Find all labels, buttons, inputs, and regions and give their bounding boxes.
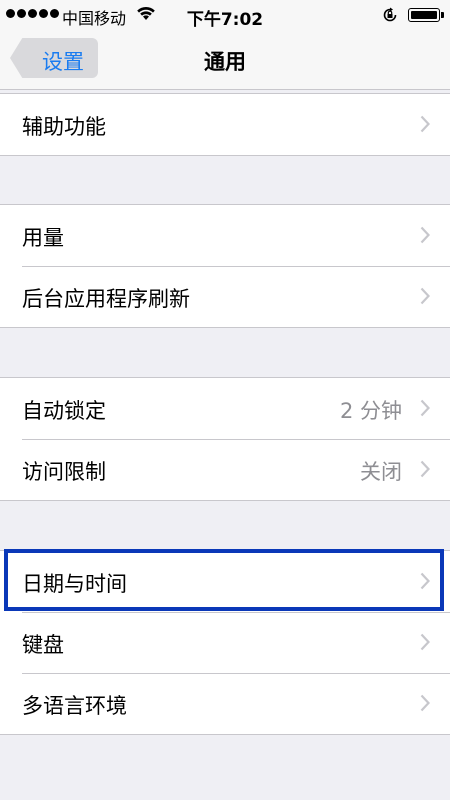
settings-screen: 中国移动 下午7:02 设置 通用 辅助功能 用量 后台应用程序刷新 自动锁定 … [0, 0, 450, 800]
row-label: 多语言环境 [22, 694, 127, 718]
settings-group-accessibility: 辅助功能 [0, 93, 450, 156]
row-label: 辅助功能 [22, 115, 106, 139]
navigation-bar: 设置 通用 [0, 30, 450, 90]
row-label: 用量 [22, 226, 64, 250]
row-usage[interactable]: 用量 [0, 205, 450, 266]
settings-group-international: 日期与时间 键盘 多语言环境 [0, 550, 450, 735]
row-label: 键盘 [22, 633, 64, 657]
chevron-right-icon [420, 694, 430, 712]
settings-group-lock: 自动锁定 2 分钟 访问限制 关闭 [0, 377, 450, 501]
row-label: 自动锁定 [22, 399, 106, 423]
chevron-right-icon [420, 115, 430, 133]
row-date-time[interactable]: 日期与时间 [0, 551, 450, 612]
chevron-right-icon [420, 633, 430, 651]
row-label: 日期与时间 [22, 572, 127, 596]
row-international[interactable]: 多语言环境 [0, 673, 450, 734]
chevron-right-icon [420, 399, 430, 417]
battery-icon [408, 8, 444, 22]
chevron-right-icon [420, 572, 430, 590]
chevron-right-icon [420, 287, 430, 305]
rotation-lock-icon [383, 7, 397, 22]
row-keyboard[interactable]: 键盘 [0, 612, 450, 673]
chevron-right-icon [420, 460, 430, 478]
row-label: 访问限制 [22, 460, 106, 484]
row-value: 关闭 [360, 460, 402, 484]
row-auto-lock[interactable]: 自动锁定 2 分钟 [0, 378, 450, 439]
row-restrictions[interactable]: 访问限制 关闭 [0, 439, 450, 500]
row-accessibility[interactable]: 辅助功能 [0, 94, 450, 155]
chevron-right-icon [420, 226, 430, 244]
row-background-refresh[interactable]: 后台应用程序刷新 [0, 266, 450, 327]
page-title: 通用 [204, 50, 246, 74]
settings-group-usage: 用量 后台应用程序刷新 [0, 204, 450, 328]
row-label: 后台应用程序刷新 [22, 287, 190, 311]
row-value: 2 分钟 [339, 399, 402, 423]
status-bar: 中国移动 下午7:02 [0, 0, 450, 30]
